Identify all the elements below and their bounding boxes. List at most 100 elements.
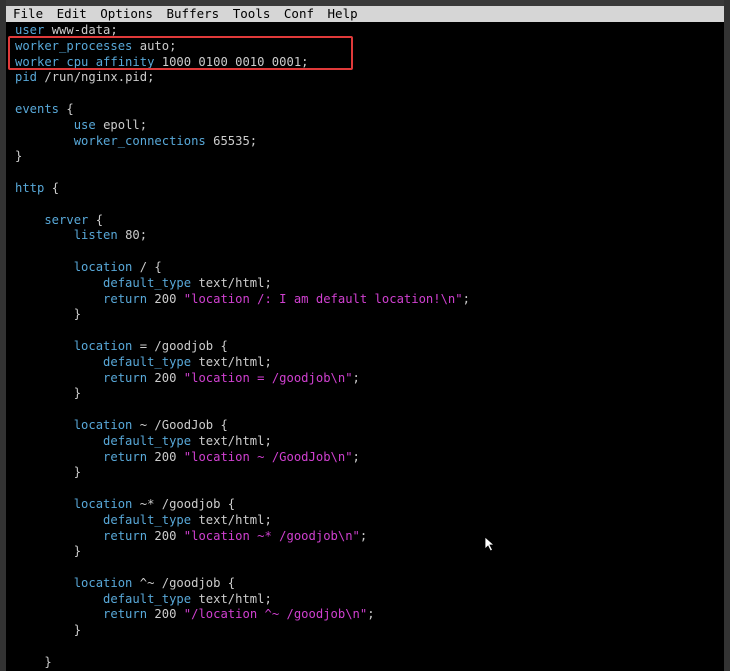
text-token: text/html;: [198, 354, 272, 369]
code-line: }: [15, 655, 724, 671]
directive-token: server: [15, 212, 96, 227]
directive-token: events: [15, 101, 67, 116]
code-buffer[interactable]: user www-data; worker_processes auto; work…: [15, 23, 724, 671]
text-token: {: [66, 101, 74, 116]
string-token: "location ~ /GoodJob\n": [183, 449, 353, 464]
text-token: ;: [352, 370, 360, 385]
code-line: events {: [15, 102, 724, 118]
directive-token: http: [15, 180, 52, 195]
code-line: return 200 "location ~* /goodjob\n";: [15, 529, 724, 545]
directive-token: location: [15, 496, 140, 511]
code-line: }: [15, 307, 724, 323]
code-line: }: [15, 544, 724, 560]
code-line: default_type text/html;: [15, 592, 724, 608]
code-line: return 200 "location ~ /GoodJob\n";: [15, 450, 724, 466]
directive-token: location: [15, 259, 140, 274]
menu-buffers[interactable]: Buffers: [167, 6, 220, 22]
text-token: }: [15, 386, 82, 401]
code-line: }: [15, 465, 724, 481]
directive-token: return: [15, 370, 155, 385]
text-token: ~ /GoodJob {: [139, 417, 228, 432]
text-token: ^~ /goodjob {: [139, 575, 236, 590]
directive-token: default_type: [15, 433, 199, 448]
menu-bar: File Edit Options Buffers Tools Conf Hel…: [6, 6, 724, 22]
directive-token: worker_connections: [15, 133, 214, 148]
code-line: }: [15, 386, 724, 402]
directive-token: default_type: [15, 354, 199, 369]
text-token: 80;: [125, 228, 148, 243]
code-line: location ~ /GoodJob {: [15, 418, 724, 434]
editor-window: File Edit Options Buffers Tools Conf Hel…: [6, 6, 724, 671]
code-line: default_type text/html;: [15, 276, 724, 292]
directive-token: user: [15, 23, 52, 37]
text-token: ~* /goodjob {: [139, 496, 236, 511]
code-line: use epoll;: [15, 118, 724, 134]
directive-token: location: [15, 575, 140, 590]
text-token: text/html;: [198, 275, 272, 290]
string-token: "location ~* /goodjob\n": [183, 528, 360, 543]
code-line: listen 80;: [15, 228, 724, 244]
directive-token: listen: [15, 228, 126, 243]
code-line: return 200 "location = /goodjob\n";: [15, 371, 724, 387]
code-line: worker_connections 65535;: [15, 134, 724, 150]
text-token: }: [15, 149, 23, 164]
menu-conf[interactable]: Conf: [284, 6, 314, 22]
code-line: return 200 "/location ^~ /goodjob\n";: [15, 607, 724, 623]
menu-file[interactable]: File: [13, 6, 43, 22]
directive-token: default_type: [15, 591, 199, 606]
text-token: /run/nginx.pid;: [44, 70, 155, 85]
code-line: server {: [15, 213, 724, 229]
text-token: 65535;: [213, 133, 258, 148]
text-token: text/html;: [198, 433, 272, 448]
code-line: }: [15, 623, 724, 639]
text-token: 200: [154, 607, 184, 622]
text-token: www-data;: [51, 23, 118, 37]
menu-edit[interactable]: Edit: [57, 6, 87, 22]
code-line: return 200 "location /: I am default loc…: [15, 292, 724, 308]
directive-token: return: [15, 607, 155, 622]
mouse-pointer-icon: [484, 536, 496, 552]
code-line: default_type text/html;: [15, 434, 724, 450]
code-line: location / {: [15, 260, 724, 276]
code-line: location ~* /goodjob {: [15, 497, 724, 513]
directive-token: pid: [15, 70, 45, 85]
directive-token: default_type: [15, 512, 199, 527]
directive-token: use: [15, 117, 104, 132]
text-token: ;: [367, 607, 375, 622]
code-line: default_type text/html;: [15, 513, 724, 529]
code-line: pid /run/nginx.pid;: [15, 70, 724, 86]
text-token: text/html;: [198, 512, 272, 527]
code-line: location ^~ /goodjob {: [15, 576, 724, 592]
code-line: }: [15, 149, 724, 165]
directive-token: return: [15, 291, 155, 306]
text-token: ;: [352, 449, 360, 464]
text-token: 200: [154, 291, 184, 306]
directive-token: default_type: [15, 275, 199, 290]
text-token: {: [95, 212, 104, 227]
text-token: 200: [154, 528, 184, 543]
text-token: ;: [359, 528, 368, 543]
text-token: ;: [462, 291, 470, 306]
menu-tools[interactable]: Tools: [233, 6, 271, 22]
string-token: "location = /goodjob\n": [183, 370, 353, 385]
text-token: 200: [154, 370, 184, 385]
text-token: }: [15, 544, 82, 559]
text-token: text/html;: [198, 591, 272, 606]
text-token: / {: [139, 259, 162, 274]
menu-options[interactable]: Options: [100, 6, 153, 22]
menu-help[interactable]: Help: [328, 6, 358, 22]
text-token: 200: [154, 449, 184, 464]
directive-token: location: [15, 338, 140, 353]
text-token: }: [15, 307, 82, 322]
text-token: {: [51, 180, 60, 195]
text-token: epoll;: [103, 117, 148, 132]
